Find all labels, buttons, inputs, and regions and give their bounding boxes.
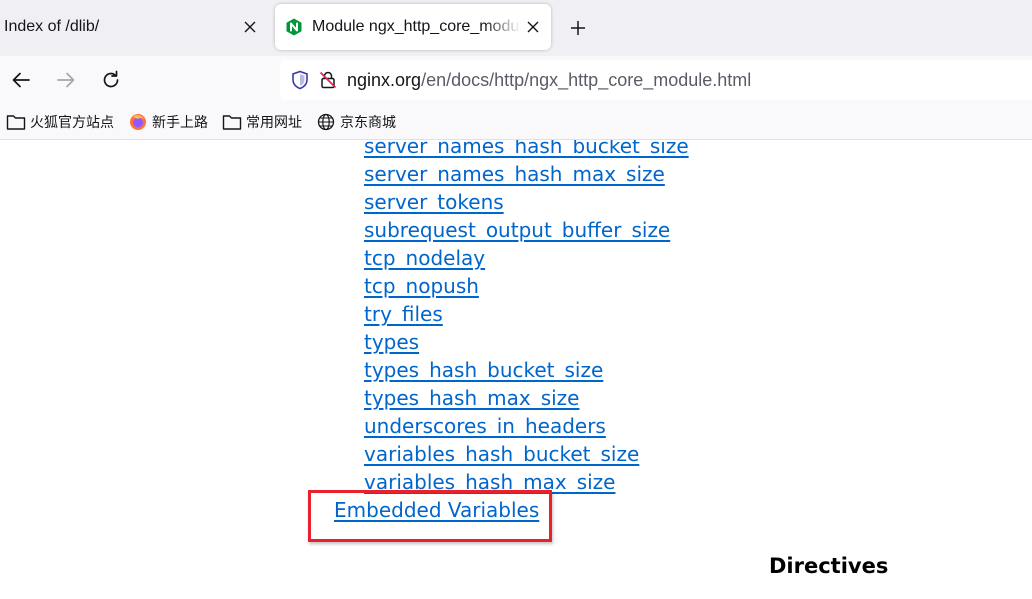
- tracking-protection-shield-icon[interactable]: [289, 69, 311, 91]
- back-arrow-icon[interactable]: [9, 68, 33, 92]
- page-content: server_names_hash_bucket_size server_nam…: [0, 140, 1032, 599]
- close-tab-icon[interactable]: [521, 15, 545, 39]
- list-item: types: [364, 328, 689, 356]
- url-host: nginx.org: [347, 69, 422, 90]
- directive-link[interactable]: tcp_nopush: [364, 274, 479, 298]
- bookmark-getting-started[interactable]: 新手上路: [128, 112, 208, 132]
- list-item: tcp_nodelay: [364, 244, 689, 272]
- directive-link[interactable]: types_hash_bucket_size: [364, 358, 603, 382]
- navigation-toolbar: nginx.org/en/docs/http/ngx_http_core_mod…: [0, 56, 1032, 104]
- list-item: server_names_hash_bucket_size: [364, 140, 689, 160]
- list-item: subrequest_output_buffer_size: [364, 216, 689, 244]
- tab-title: Index of /dlib/: [4, 18, 100, 35]
- highlight-annotation-box: [308, 490, 552, 542]
- nginx-icon: [285, 18, 303, 36]
- list-item: underscores_in_headers: [364, 412, 689, 440]
- url-path: /en/docs/http/ngx_http_core_module.html: [421, 69, 752, 90]
- forward-arrow-icon[interactable]: [54, 68, 78, 92]
- directives-heading: Directives: [769, 554, 889, 578]
- directive-link-list: server_names_hash_bucket_size server_nam…: [364, 140, 689, 496]
- directive-link[interactable]: subrequest_output_buffer_size: [364, 218, 670, 242]
- directive-link[interactable]: server_names_hash_bucket_size: [364, 140, 689, 158]
- bookmark-label: 京东商城: [340, 114, 396, 131]
- bookmark-label: 火狐官方站点: [30, 114, 114, 131]
- list-item: types_hash_max_size: [364, 384, 689, 412]
- list-item: server_tokens: [364, 188, 689, 216]
- tab-title: Module ngx_http_core_module: [312, 18, 521, 35]
- directive-link[interactable]: underscores_in_headers: [364, 414, 606, 438]
- bookmark-jd-mall[interactable]: 京东商城: [316, 112, 396, 132]
- new-tab-plus-icon[interactable]: [566, 16, 590, 40]
- directive-link[interactable]: variables_hash_bucket_size: [364, 442, 639, 466]
- insecure-connection-lock-icon[interactable]: [317, 69, 339, 91]
- close-tab-icon[interactable]: [238, 15, 262, 39]
- list-item: try_files: [364, 300, 689, 328]
- folder-icon: [6, 112, 26, 132]
- directive-link[interactable]: try_files: [364, 302, 443, 326]
- directive-link[interactable]: types_hash_max_size: [364, 386, 579, 410]
- list-item: tcp_nopush: [364, 272, 689, 300]
- tab-strip: Index of /dlib/ Module ngx_http_core_mod…: [0, 0, 1032, 56]
- tab-index-dlib[interactable]: Index of /dlib/: [0, 4, 268, 50]
- bookmark-label: 常用网址: [246, 114, 302, 131]
- bookmark-common-sites[interactable]: 常用网址: [222, 112, 302, 132]
- tab-ngx-http-core-module[interactable]: Module ngx_http_core_module: [275, 4, 551, 50]
- list-item: variables_hash_bucket_size: [364, 440, 689, 468]
- bookmark-label: 新手上路: [152, 114, 208, 131]
- directive-link[interactable]: server_names_hash_max_size: [364, 162, 665, 186]
- reload-icon[interactable]: [99, 68, 123, 92]
- folder-icon: [222, 112, 242, 132]
- url-bar[interactable]: nginx.org/en/docs/http/ngx_http_core_mod…: [280, 60, 1032, 100]
- globe-icon: [316, 112, 336, 132]
- bookmark-firefox-official-site[interactable]: 火狐官方站点: [6, 112, 114, 132]
- list-item: server_names_hash_max_size: [364, 160, 689, 188]
- directive-link[interactable]: types: [364, 330, 419, 354]
- directive-link[interactable]: tcp_nodelay: [364, 246, 485, 270]
- url-text[interactable]: nginx.org/en/docs/http/ngx_http_core_mod…: [347, 70, 751, 91]
- firefox-icon: [128, 112, 148, 132]
- bookmarks-toolbar: 火狐官方站点 新手上路 常用网址 京东商城: [0, 104, 1032, 140]
- directive-link[interactable]: server_tokens: [364, 190, 504, 214]
- list-item: types_hash_bucket_size: [364, 356, 689, 384]
